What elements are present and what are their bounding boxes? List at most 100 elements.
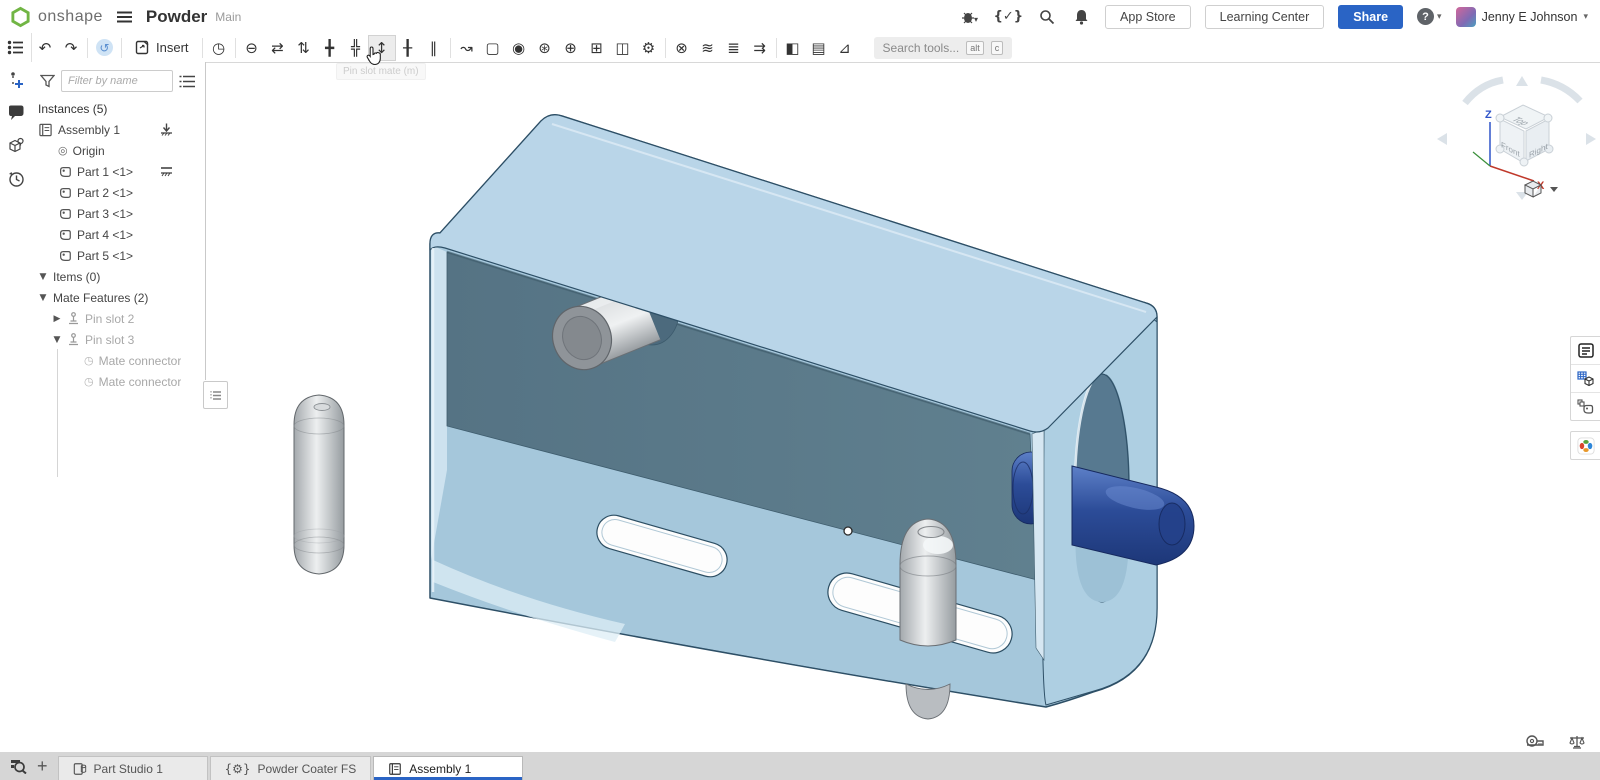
search-icon[interactable] — [1037, 7, 1057, 27]
instances-panel: Instances (5) Assembly 1 ◎ Origin Part 1… — [32, 62, 205, 752]
learning-center-button[interactable]: Learning Center — [1205, 5, 1325, 29]
enclosure-box-part[interactable] — [430, 115, 1194, 719]
four-view-icon[interactable]: ◫ — [610, 36, 636, 60]
user-menu[interactable]: Jenny E Johnson ▾ — [1456, 7, 1588, 27]
comments-icon[interactable] — [6, 103, 26, 123]
tree-row-pin-slot-3[interactable]: ▼ Pin slot 3 — [32, 329, 205, 350]
tree-row-part5[interactable]: Part 5 <1> — [32, 245, 205, 266]
bom-table-icon[interactable] — [1571, 365, 1600, 393]
tree-row-part3[interactable]: Part 3 <1> — [32, 203, 205, 224]
document-panel-icon[interactable] — [1571, 337, 1600, 365]
tab-powder-coater-fs[interactable]: {⚙} Powder Coater FS — [210, 756, 372, 780]
chevron-down-icon: ▼ — [52, 335, 62, 345]
report-bug-icon[interactable]: ▾ — [960, 7, 980, 27]
tree-row-assembly[interactable]: Assembly 1 — [32, 119, 205, 140]
tab-assembly-1[interactable]: Assembly 1 — [373, 756, 523, 780]
panel-collapse-handle[interactable] — [203, 381, 228, 409]
tree-row-part2[interactable]: Part 2 <1> — [32, 182, 205, 203]
filter-input[interactable] — [61, 70, 173, 92]
view-cube[interactable]: Top Front Right Z X — [1437, 76, 1596, 200]
interference-icon[interactable]: ⚙ — [636, 36, 662, 60]
tape-measure-icon[interactable] — [1524, 735, 1544, 750]
slot-pin-bottom-tip — [906, 684, 950, 719]
divider — [202, 38, 203, 58]
bottom-tab-bar: + Part Studio 1 {⚙} Powder Coater FS Ass… — [0, 752, 1600, 780]
menu-icon[interactable] — [117, 11, 132, 23]
cube-pin-icon[interactable] — [6, 136, 26, 156]
key-hint-alt: alt — [966, 41, 984, 55]
snap-mode-icon[interactable]: ⊞ — [584, 36, 610, 60]
mate-parallel-icon[interactable]: ∥ — [421, 36, 447, 60]
divider — [776, 38, 777, 58]
filter-funnel-icon — [40, 74, 55, 88]
tree-row-part4[interactable]: Part 4 <1> — [32, 224, 205, 245]
chevron-down-icon: ▼ — [38, 272, 48, 282]
notifications-bell-icon[interactable] — [1071, 7, 1091, 27]
configurations-icon[interactable] — [1571, 393, 1600, 420]
help-menu[interactable]: ? ▾ — [1417, 8, 1442, 25]
insert-position-icon[interactable]: ⊛ — [532, 36, 558, 60]
origin-icon: ◎ — [58, 144, 68, 157]
onshape-logo[interactable]: onshape — [10, 6, 103, 28]
rack-pinion-icon[interactable]: ≋ — [695, 36, 721, 60]
section-view-icon[interactable]: ◧ — [780, 36, 806, 60]
community-forum-icon[interactable] — [1571, 432, 1600, 459]
part-icon — [58, 165, 72, 179]
user-name: Jenny E Johnson — [1482, 10, 1578, 24]
part-studio-icon — [73, 762, 87, 776]
share-button[interactable]: Share — [1338, 5, 1403, 29]
mate-features-header[interactable]: ▼ Mate Features (2) — [32, 287, 205, 308]
tree-row-origin[interactable]: ◎ Origin — [32, 140, 205, 161]
mate-ball-icon[interactable]: ╬ — [343, 36, 369, 60]
anchor-fixed-icon[interactable] — [160, 123, 173, 136]
workspace-name[interactable]: Main — [215, 10, 241, 24]
mate-revolute-icon[interactable]: ⇄ — [265, 36, 291, 60]
screw-relation-icon[interactable]: ≣ — [721, 36, 747, 60]
onshape-logo-icon — [10, 6, 31, 28]
free-pin-part[interactable] — [294, 395, 344, 574]
mate-planar-icon[interactable]: ╋ — [317, 36, 343, 60]
slot-pin-part[interactable] — [900, 519, 956, 646]
mate-connector-icon[interactable]: ◉ — [506, 36, 532, 60]
search-tabs-icon[interactable] — [10, 758, 27, 774]
mate-slider-icon[interactable]: ⇅ — [291, 36, 317, 60]
replicate-icon[interactable]: ⇉ — [747, 36, 773, 60]
tab-label: Assembly 1 — [409, 762, 471, 776]
tree-row-part1[interactable]: Part 1 <1> — [32, 161, 205, 182]
versions-icon[interactable]: {✓} — [994, 9, 1023, 24]
app-store-button[interactable]: App Store — [1105, 5, 1191, 29]
origin-marker[interactable] — [844, 527, 852, 535]
instances-header[interactable]: Instances (5) — [32, 98, 205, 119]
redo-button[interactable]: ↷ — [58, 36, 84, 60]
list-view-icon[interactable] — [179, 75, 195, 88]
mate-fastened-icon[interactable]: ⊖ — [239, 36, 265, 60]
add-tab-button[interactable]: + — [37, 757, 48, 775]
drawing-icon[interactable]: ▤ — [806, 36, 832, 60]
part-icon — [58, 228, 72, 242]
rollback-button[interactable]: ↺ — [96, 39, 113, 56]
insert-button[interactable]: Insert — [125, 36, 199, 60]
undo-button[interactable]: ↶ — [32, 36, 58, 60]
assembly-tree-toggle[interactable] — [0, 33, 32, 62]
document-title[interactable]: Powder — [146, 7, 207, 27]
tree-row-pin-slot-2[interactable]: ▶ Pin slot 2 — [32, 308, 205, 329]
tab-part-studio-1[interactable]: Part Studio 1 — [58, 756, 208, 780]
named-positions-icon[interactable]: ⊕ — [558, 36, 584, 60]
help-icon: ? — [1417, 8, 1434, 25]
search-tools-input[interactable]: Search tools... alt c — [874, 37, 1013, 59]
version-graph-icon[interactable] — [6, 70, 26, 90]
mate-tangent-icon[interactable]: ↝ — [454, 36, 480, 60]
3d-viewport[interactable]: Top Front Right Z X — [0, 0, 1600, 780]
gear-relation-icon[interactable]: ⊗ — [669, 36, 695, 60]
mass-properties-icon[interactable] — [1568, 735, 1586, 750]
history-clock-icon[interactable]: ◷ — [206, 36, 232, 60]
items-header[interactable]: ▼ Items (0) — [32, 266, 205, 287]
tab-label: Part Studio 1 — [94, 762, 163, 776]
tab-label: Powder Coater FS — [258, 762, 357, 776]
history-icon[interactable] — [6, 169, 26, 189]
fixed-icon[interactable] — [160, 166, 173, 177]
mate-cylindrical-icon[interactable]: ╂ — [395, 36, 421, 60]
select-region-icon[interactable]: ▢ — [480, 36, 506, 60]
mate-pin-slot-icon[interactable]: ↕ — [369, 36, 395, 60]
measure-icon[interactable]: ⊿ — [832, 36, 858, 60]
